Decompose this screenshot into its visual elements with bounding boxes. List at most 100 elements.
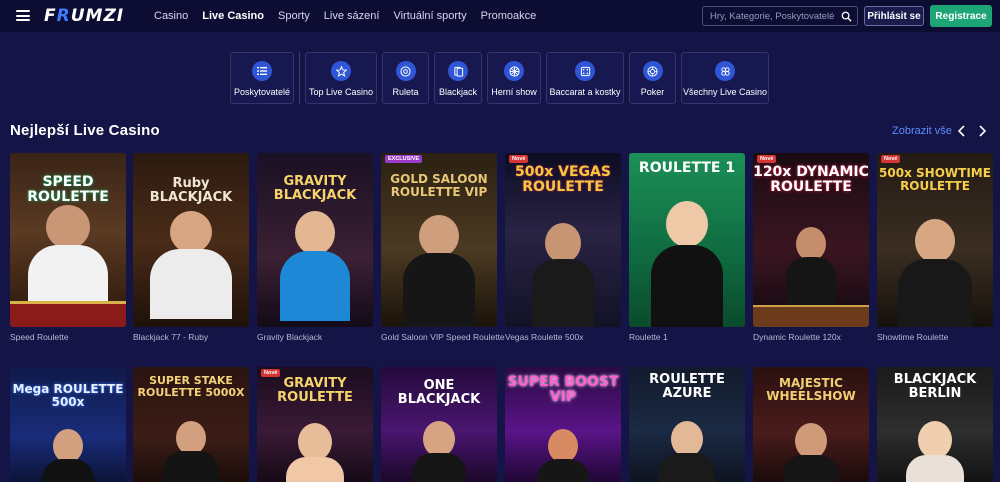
game-card-one-blackjack[interactable]: ONE BLACKJACK bbox=[381, 367, 497, 482]
dealer-image bbox=[671, 421, 703, 457]
thumbnail-title: GRAVITY ROULETTE bbox=[277, 376, 353, 405]
dealer-image bbox=[918, 421, 952, 459]
dealer-image bbox=[545, 223, 581, 263]
category-poker[interactable]: Poker bbox=[629, 52, 676, 104]
category-all-live[interactable]: Všechny Live Casino bbox=[681, 52, 769, 104]
game-name: Dynamic Roulette 120x bbox=[753, 332, 841, 342]
game-thumbnail[interactable]: BLACKJACK BERLIN bbox=[877, 367, 993, 482]
game-card-super-boost[interactable]: SUPER BOOST VIP bbox=[505, 367, 621, 482]
category-blackjack[interactable]: Blackjack bbox=[434, 52, 482, 104]
category-label: Poskytovatelé bbox=[233, 87, 291, 97]
search-box bbox=[702, 6, 858, 26]
dealer-image bbox=[548, 429, 578, 463]
game-thumbnail[interactable]: ROULETTE AZURE bbox=[629, 367, 745, 482]
category-game-shows[interactable]: Herní show bbox=[487, 52, 541, 104]
thumbnail-title: MAJESTIC WHEELSHOW bbox=[766, 376, 856, 403]
dealer-body bbox=[659, 453, 715, 482]
dice-icon bbox=[575, 61, 595, 81]
thumbnail-title: SUPER BOOST VIP bbox=[507, 374, 619, 405]
view-all-link[interactable]: Zobrazit vše bbox=[892, 125, 952, 137]
game-card-gold-saloon[interactable]: EXCLUSIVE GOLD SALOON ROULETTE VIP Gold … bbox=[381, 153, 505, 342]
game-card-showtime-roulette[interactable]: Nové 500x SHOWTIME ROULETTE Showtime Rou… bbox=[877, 153, 993, 342]
thumbnail-title: Mega ROULETTE 500x bbox=[12, 382, 124, 409]
game-name: Roulette 1 bbox=[629, 332, 668, 342]
section-title: Nejlepší Live Casino bbox=[10, 122, 160, 139]
category-providers[interactable]: Poskytovatelé bbox=[230, 52, 294, 104]
game-thumbnail[interactable]: ONE BLACKJACK bbox=[381, 367, 497, 482]
game-card-roulette-1[interactable]: ROULETTE 1 Roulette 1 bbox=[629, 153, 745, 342]
exclusive-badge: EXCLUSIVE bbox=[385, 155, 423, 163]
game-card-dynamic-roulette[interactable]: Nové 120x DYNAMIC ROULETTE Dynamic Roule… bbox=[753, 153, 869, 342]
dealer-body bbox=[280, 251, 350, 321]
dealer-body bbox=[651, 245, 723, 327]
thumbnail-title: ROULETTE AZURE bbox=[649, 372, 725, 401]
dealer-image bbox=[53, 429, 83, 463]
nav-live-casino[interactable]: Live Casino bbox=[202, 10, 264, 22]
category-label: Ruleta bbox=[392, 87, 419, 97]
roulette-wheel bbox=[753, 305, 869, 327]
category-label: Herní show bbox=[491, 87, 537, 97]
game-thumbnail[interactable]: SUPER STAKE ROULETTE 5000X bbox=[133, 367, 249, 482]
category-baccarat-dice[interactable]: Baccarat a kostky bbox=[546, 52, 624, 104]
game-card-speed-roulette[interactable]: SPEED ROULETTE Speed Roulette bbox=[10, 153, 126, 342]
list-icon bbox=[252, 61, 272, 81]
game-thumbnail[interactable]: Nové GRAVITY ROULETTE bbox=[257, 367, 373, 482]
login-button[interactable]: Přihlásit se bbox=[864, 6, 924, 26]
top-header: FRUMZI Casino Live Casino Sporty Live sá… bbox=[0, 0, 1000, 32]
cards-icon bbox=[448, 61, 468, 81]
main-nav: Casino Live Casino Sporty Live sázení Vi… bbox=[154, 0, 550, 32]
game-card-roulette-azure[interactable]: ROULETTE AZURE bbox=[629, 367, 745, 482]
register-button[interactable]: Registrace bbox=[930, 5, 992, 27]
dealer-image bbox=[795, 423, 827, 459]
nav-promotions[interactable]: Promoakce bbox=[481, 10, 537, 22]
game-thumbnail[interactable]: Nové 500x SHOWTIME ROULETTE bbox=[877, 153, 993, 327]
game-card-vegas-roulette[interactable]: Nové 500x VEGAS ROULETTE Vegas Roulette … bbox=[505, 153, 621, 342]
game-card-super-stake-roulette[interactable]: SUPER STAKE ROULETTE 5000X bbox=[133, 367, 249, 482]
divider bbox=[299, 52, 300, 104]
game-card-gravity-blackjack[interactable]: GRAVITY BLACKJACK Gravity Blackjack bbox=[257, 153, 373, 342]
nav-casino[interactable]: Casino bbox=[154, 10, 188, 22]
dealer-body bbox=[150, 249, 232, 319]
game-name: Gold Saloon VIP Speed Roulette bbox=[381, 332, 505, 342]
category-label: Top Live Casino bbox=[308, 87, 374, 97]
category-top-live[interactable]: Top Live Casino bbox=[305, 52, 377, 104]
logo[interactable]: FRUMZI bbox=[44, 6, 124, 26]
game-name: Showtime Roulette bbox=[877, 332, 949, 342]
search-input[interactable] bbox=[703, 10, 838, 22]
thumbnail-title: Ruby BLACKJACK bbox=[149, 176, 233, 205]
dealer-image bbox=[298, 423, 332, 461]
category-label: Baccarat a kostky bbox=[549, 87, 621, 97]
dealer-image bbox=[176, 421, 206, 455]
menu-icon[interactable] bbox=[16, 10, 30, 21]
game-card-blackjack-77-ruby[interactable]: Ruby BLACKJACK Blackjack 77 - Ruby bbox=[133, 153, 249, 342]
chevron-right-icon[interactable] bbox=[976, 124, 988, 138]
game-card-blackjack-berlin[interactable]: BLACKJACK BERLIN bbox=[877, 367, 993, 482]
thumbnail-title: GOLD SALOON ROULETTE VIP bbox=[390, 172, 488, 199]
category-roulette[interactable]: Ruleta bbox=[382, 52, 429, 104]
game-thumbnail[interactable]: GRAVITY BLACKJACK bbox=[257, 153, 373, 327]
search-icon[interactable] bbox=[841, 11, 852, 22]
game-thumbnail[interactable]: EXCLUSIVE GOLD SALOON ROULETTE VIP bbox=[381, 153, 497, 327]
game-thumbnail[interactable]: Nové 500x VEGAS ROULETTE bbox=[505, 153, 621, 327]
chevron-left-icon[interactable] bbox=[956, 124, 968, 138]
dealer-image bbox=[666, 201, 708, 247]
game-thumbnail[interactable]: SUPER BOOST VIP bbox=[505, 367, 621, 482]
game-thumbnail[interactable]: MAJESTIC WHEELSHOW bbox=[753, 367, 869, 482]
thumbnail-title: 500x VEGAS ROULETTE bbox=[515, 164, 611, 195]
game-thumbnail[interactable]: Ruby BLACKJACK bbox=[133, 153, 249, 327]
category-label: Všechny Live Casino bbox=[682, 87, 768, 97]
game-thumbnail[interactable]: Nové 120x DYNAMIC ROULETTE bbox=[753, 153, 869, 327]
game-name: Vegas Roulette 500x bbox=[505, 332, 584, 342]
game-thumbnail[interactable]: Mega ROULETTE 500x bbox=[10, 367, 126, 482]
nav-virtual-sports[interactable]: Virtuální sporty bbox=[393, 10, 466, 22]
dealer-body bbox=[42, 459, 94, 482]
game-card-majestic-wheelshow[interactable]: MAJESTIC WHEELSHOW bbox=[753, 367, 869, 482]
nav-sports[interactable]: Sporty bbox=[278, 10, 310, 22]
game-thumbnail[interactable]: ROULETTE 1 bbox=[629, 153, 745, 327]
dealer-body bbox=[286, 457, 344, 482]
thumbnail-title: 120x DYNAMIC ROULETTE bbox=[753, 164, 869, 195]
game-card-mega-roulette[interactable]: Mega ROULETTE 500x bbox=[10, 367, 126, 482]
game-thumbnail[interactable]: SPEED ROULETTE bbox=[10, 153, 126, 327]
game-card-gravity-roulette[interactable]: Nové GRAVITY ROULETTE bbox=[257, 367, 373, 482]
nav-live-betting[interactable]: Live sázení bbox=[324, 10, 380, 22]
